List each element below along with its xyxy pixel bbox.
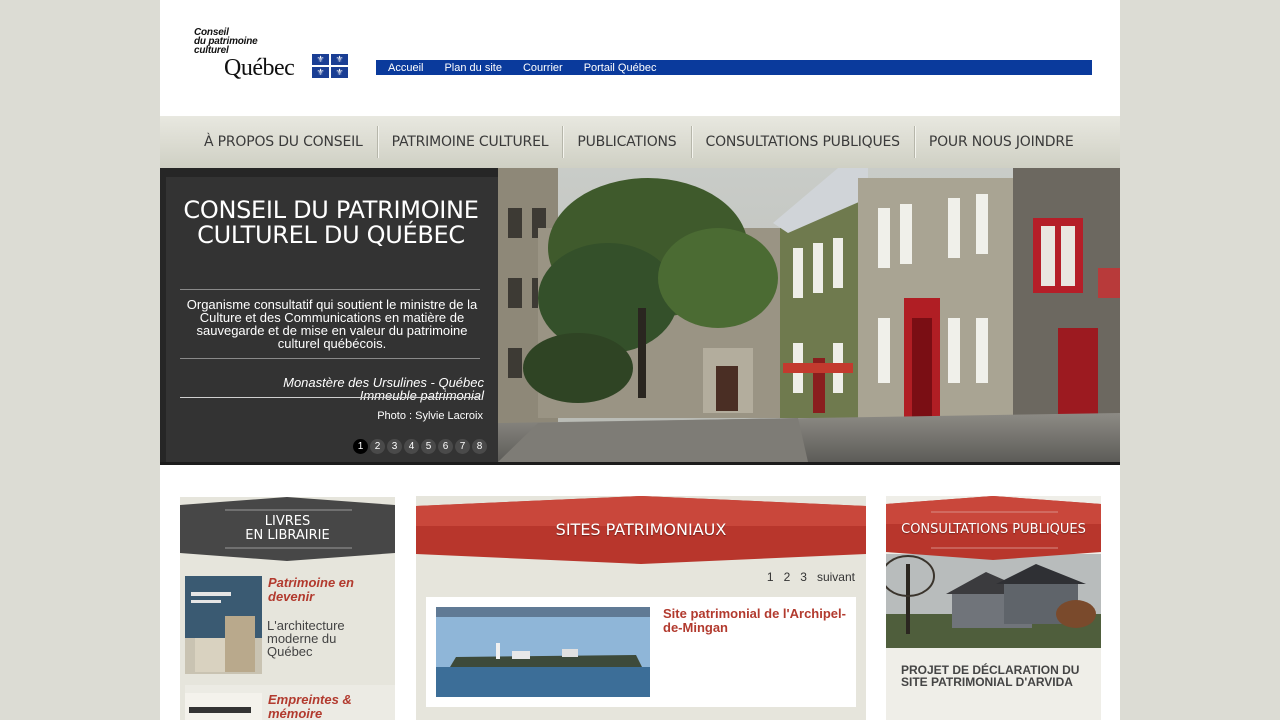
book-item[interactable]: Patrimoine en devenir L'architecture mod… bbox=[185, 576, 395, 676]
link-accueil[interactable]: Accueil bbox=[388, 62, 423, 74]
page: Conseil du patrimoine culturel Québec ⚜ … bbox=[160, 0, 1120, 720]
hero-photo-credit: Photo : Sylvie Lacroix bbox=[377, 410, 483, 422]
quebec-flag-icon: ⚜ ⚜ ⚜ ⚜ bbox=[312, 54, 348, 78]
book-cover[interactable] bbox=[185, 576, 262, 674]
hero-description: Organisme consultatif qui soutient le mi… bbox=[186, 297, 478, 351]
slide-dot-6[interactable]: 6 bbox=[438, 439, 453, 454]
sites-widget: SITES PATRIMONIAUX 1 2 3 suivant Site pa… bbox=[416, 496, 866, 720]
utility-bar: Accueil Plan du site Courrier Portail Qu… bbox=[376, 60, 1092, 75]
books-heading-line-1: LIVRES bbox=[264, 514, 311, 529]
sites-heading: SITES PATRIMONIAUX bbox=[555, 520, 727, 539]
divider bbox=[180, 397, 480, 398]
book-title[interactable]: Empreintes & mémoire bbox=[268, 693, 368, 720]
hero-text-panel: CONSEIL DU PATRIMOINE CULTUREL DU QUÉBEC… bbox=[166, 177, 498, 462]
hero-caption-line-2: Immeuble patrimonial bbox=[359, 388, 484, 403]
slide-dot-2[interactable]: 2 bbox=[370, 439, 385, 454]
main-nav: À PROPOS DU CONSEIL PATRIMOINE CULTUREL … bbox=[160, 116, 1120, 168]
consultations-widget: CONSULTATIONS PUBLIQUES PROJET DE DÉCLAR… bbox=[886, 496, 1101, 720]
consultation-title[interactable]: PROJET DE DÉCLARATION DU SITE PATRIMONIA… bbox=[901, 664, 1091, 688]
site-card[interactable]: Site patrimonial de l'Archipel-de-Mingan bbox=[426, 597, 856, 707]
page-link-1[interactable]: 1 bbox=[767, 570, 774, 584]
book-title[interactable]: Patrimoine en devenir bbox=[268, 576, 368, 604]
books-heading: LIVRES EN LIBRAIRIE bbox=[180, 515, 395, 543]
hero-bottom-bar bbox=[160, 462, 1120, 465]
hero-caption: Monastère des Ursulines - Québec Immeubl… bbox=[182, 376, 484, 402]
divider bbox=[180, 358, 480, 359]
slide-dot-8[interactable]: 8 bbox=[472, 439, 487, 454]
nav-item-patrimoine-culturel[interactable]: PATRIMOINE CULTUREL bbox=[378, 126, 563, 158]
nav-item-publications[interactable]: PUBLICATIONS bbox=[563, 126, 690, 158]
page-link-3[interactable]: 3 bbox=[800, 570, 807, 584]
logo-text: Conseil du patrimoine culturel bbox=[194, 28, 258, 56]
site-logo[interactable]: Conseil du patrimoine culturel Québec ⚜ … bbox=[194, 28, 354, 84]
book-subtitle: L'architecture moderne du Québec bbox=[267, 618, 345, 659]
hero-title: CONSEIL DU PATRIMOINE CULTUREL DU QUÉBEC bbox=[183, 196, 479, 249]
site-title[interactable]: Site patrimonial de l'Archipel-de-Mingan bbox=[663, 607, 853, 635]
slide-dot-4[interactable]: 4 bbox=[404, 439, 419, 454]
slide-dot-7[interactable]: 7 bbox=[455, 439, 470, 454]
slide-pagination: 1 2 3 4 5 6 7 8 bbox=[353, 439, 487, 454]
sites-pager: 1 2 3 suivant bbox=[767, 570, 855, 584]
logo-line-3: culturel bbox=[194, 45, 229, 56]
slide-dot-1[interactable]: 1 bbox=[353, 439, 368, 454]
page-link-2[interactable]: 2 bbox=[784, 570, 791, 584]
link-portail-quebec[interactable]: Portail Québec bbox=[584, 62, 657, 74]
hero-slider: CONSEIL DU PATRIMOINE CULTUREL DU QUÉBEC… bbox=[160, 168, 1120, 465]
divider bbox=[180, 289, 480, 290]
books-heading-line-2: EN LIBRAIRIE bbox=[245, 528, 330, 543]
link-courrier[interactable]: Courrier bbox=[523, 62, 563, 74]
book-cover[interactable] bbox=[185, 693, 262, 720]
street-photo-illustration bbox=[498, 168, 1120, 462]
books-widget: LIVRES EN LIBRAIRIE Patrimoine en deveni… bbox=[180, 497, 395, 720]
nav-item-consultations[interactable]: CONSULTATIONS PUBLIQUES bbox=[692, 126, 914, 158]
slide-dot-3[interactable]: 3 bbox=[387, 439, 402, 454]
logo-brand: Québec bbox=[224, 55, 295, 81]
slide-dot-5[interactable]: 5 bbox=[421, 439, 436, 454]
nav-item-pour-nous-joindre[interactable]: POUR NOUS JOINDRE bbox=[915, 126, 1088, 158]
nav-item-a-propos[interactable]: À PROPOS DU CONSEIL bbox=[190, 126, 377, 158]
hero-photo[interactable] bbox=[498, 168, 1120, 462]
next-page-link[interactable]: suivant bbox=[817, 570, 855, 584]
link-plan-du-site[interactable]: Plan du site bbox=[444, 62, 501, 74]
consultations-heading: CONSULTATIONS PUBLIQUES bbox=[901, 522, 1086, 537]
book-item[interactable]: Empreintes & mémoire bbox=[185, 685, 395, 720]
site-photo[interactable] bbox=[436, 607, 650, 697]
consultation-photo[interactable] bbox=[886, 554, 1101, 648]
